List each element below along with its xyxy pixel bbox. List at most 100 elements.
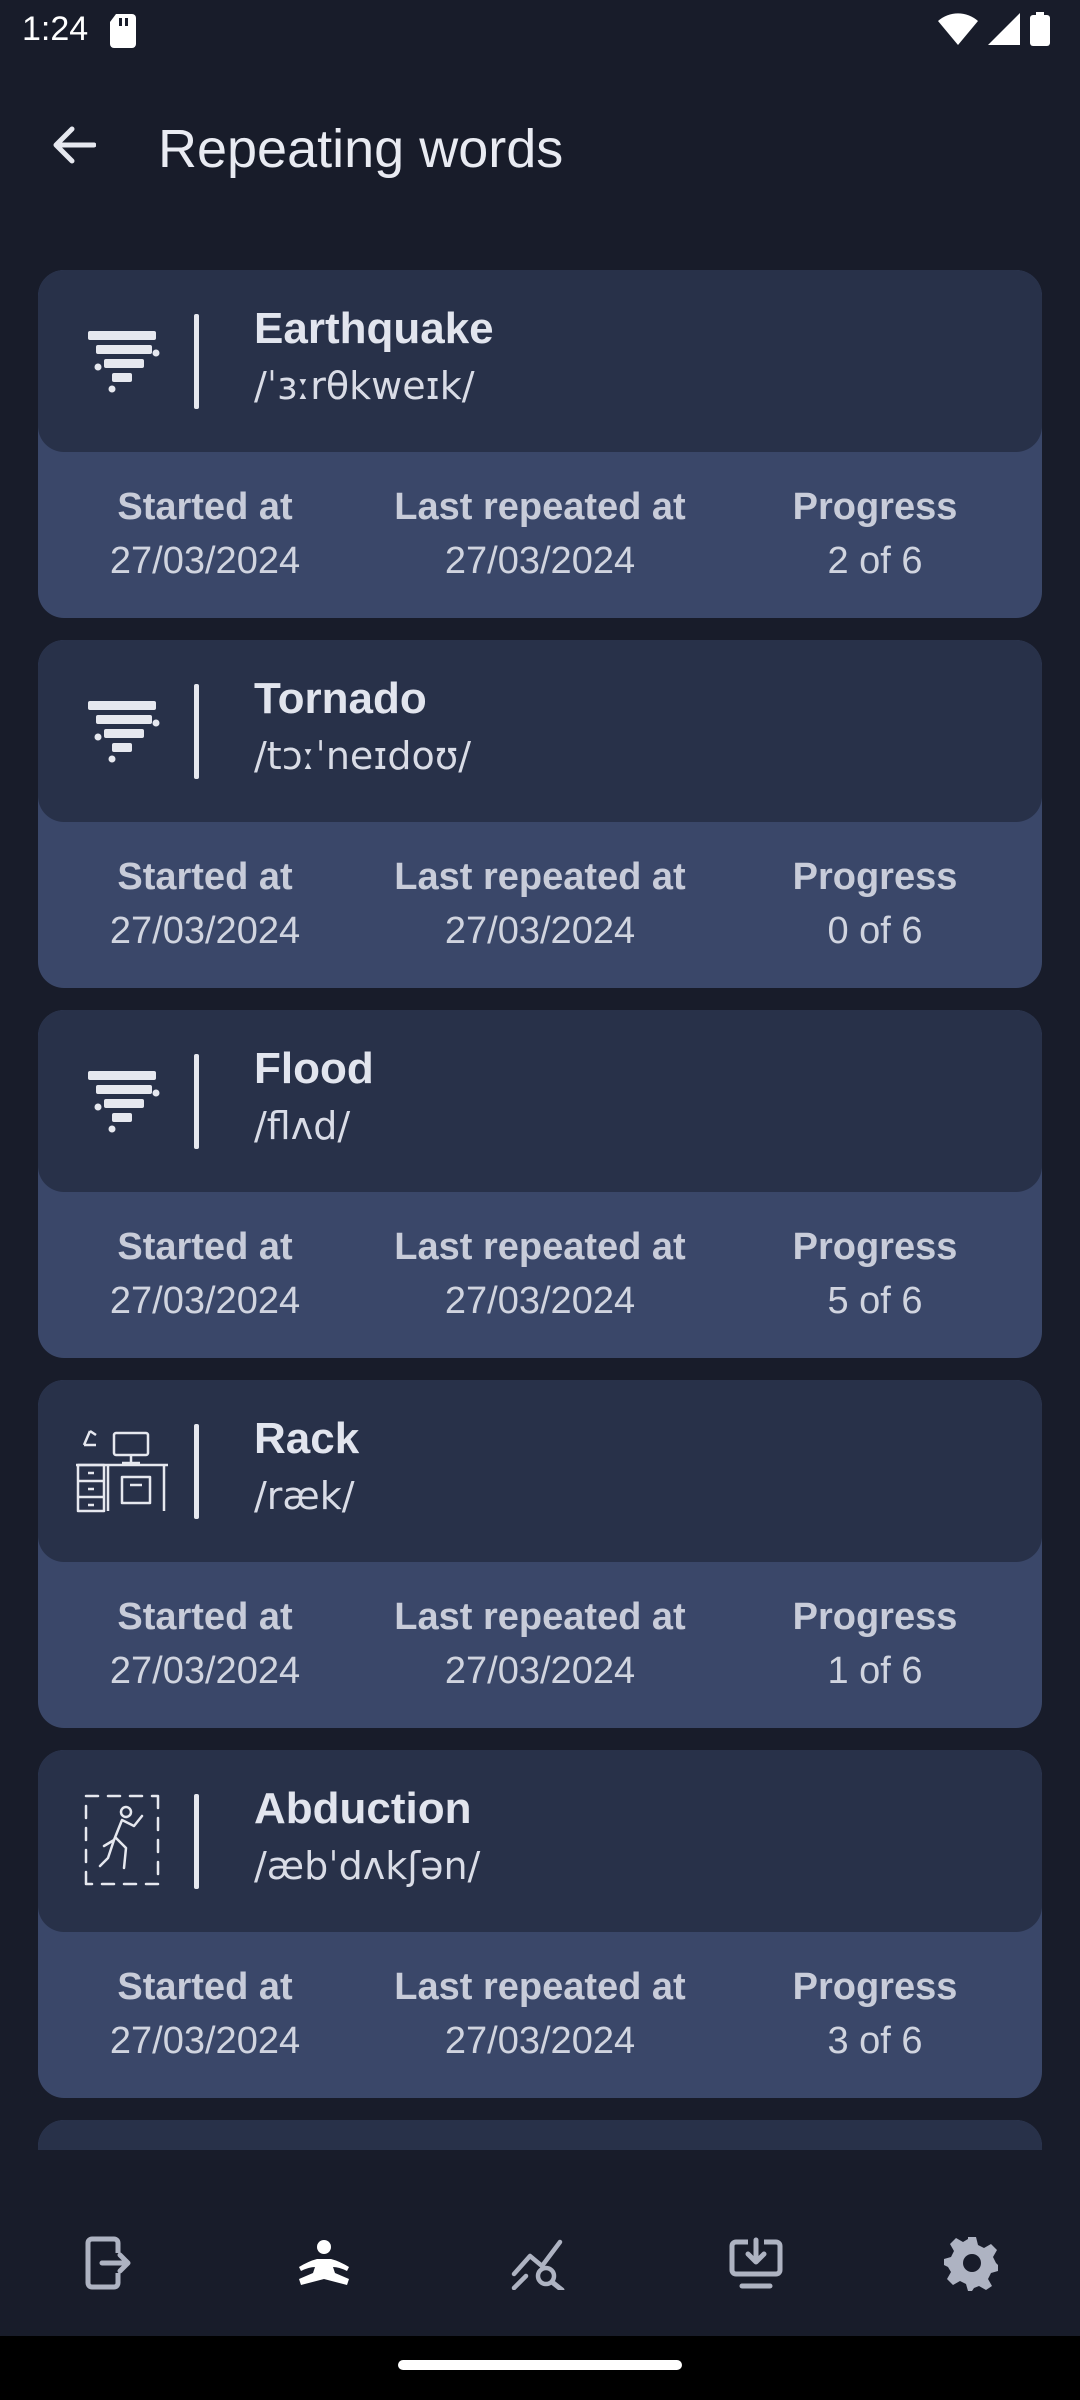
word-card-header bbox=[38, 2120, 1042, 2150]
word-stats: Started at 27/03/2024 Last repeated at 2… bbox=[38, 1562, 1042, 1728]
stat-label: Started at bbox=[117, 1966, 293, 2008]
word-card-header: Flood /flʌd/ bbox=[38, 1010, 1042, 1192]
divider bbox=[194, 684, 199, 779]
stat-label: Progress bbox=[792, 486, 958, 528]
meditation-icon bbox=[295, 2239, 353, 2292]
started-stat: Started at 27/03/2024 bbox=[38, 1562, 372, 1728]
status-time: 1:24 bbox=[22, 10, 89, 48]
bottom-navigation bbox=[0, 2210, 1080, 2320]
wifi-icon bbox=[938, 13, 978, 50]
tornado-icon bbox=[72, 680, 172, 780]
stat-value: 27/03/2024 bbox=[444, 540, 636, 582]
stat-value: 3 of 6 bbox=[827, 2020, 923, 2062]
progress-stat: Progress 3 of 6 bbox=[708, 1932, 1042, 2098]
last-repeated-stat: Last repeated at 27/03/2024 bbox=[372, 822, 708, 988]
divider bbox=[194, 1054, 199, 1149]
status-icons bbox=[938, 12, 1050, 51]
download-icon bbox=[728, 2236, 784, 2295]
progress-stat: Progress 5 of 6 bbox=[708, 1192, 1042, 1358]
word-stats: Started at 27/03/2024 Last repeated at 2… bbox=[38, 1192, 1042, 1358]
stat-label: Progress bbox=[792, 1596, 958, 1638]
gesture-bar bbox=[0, 2336, 1080, 2400]
battery-icon bbox=[1030, 12, 1050, 51]
word-card[interactable]: Rack /ræk/ Started at 27/03/2024 Last re… bbox=[38, 1380, 1042, 1728]
word-title: Flood bbox=[254, 1044, 374, 1093]
word-phonetic: /flʌd/ bbox=[254, 1104, 351, 1148]
word-title: Abduction bbox=[254, 1784, 472, 1833]
word-card[interactable]: Abduction /æbˈdʌkʃən/ Started at 27/03/2… bbox=[38, 1750, 1042, 2098]
word-stats: Started at 27/03/2024 Last repeated at 2… bbox=[38, 452, 1042, 618]
started-stat: Started at 27/03/2024 bbox=[38, 1932, 372, 2098]
stat-value: 27/03/2024 bbox=[109, 540, 301, 582]
stat-value: 27/03/2024 bbox=[444, 910, 636, 952]
stat-value: 0 of 6 bbox=[827, 910, 923, 952]
last-repeated-stat: Last repeated at 27/03/2024 bbox=[372, 1562, 708, 1728]
tornado-icon bbox=[72, 310, 172, 410]
stat-value: 27/03/2024 bbox=[109, 2020, 301, 2062]
word-card-partial[interactable] bbox=[38, 2120, 1042, 2150]
stat-label: Progress bbox=[792, 856, 958, 898]
stat-value: 27/03/2024 bbox=[444, 2020, 636, 2062]
started-stat: Started at 27/03/2024 bbox=[38, 1192, 372, 1358]
started-stat: Started at 27/03/2024 bbox=[38, 452, 372, 618]
stat-label: Last repeated at bbox=[394, 1966, 686, 2008]
word-card-header: Tornado /tɔːˈneɪdoʊ/ bbox=[38, 640, 1042, 822]
status-bar: 1:24 bbox=[0, 0, 1080, 64]
stat-value: 27/03/2024 bbox=[109, 1650, 301, 1692]
stat-label: Last repeated at bbox=[394, 1226, 686, 1268]
progress-stat: Progress 2 of 6 bbox=[708, 452, 1042, 618]
home-gesture-handle[interactable] bbox=[398, 2360, 682, 2370]
signal-icon bbox=[988, 13, 1020, 50]
stat-label: Started at bbox=[117, 1226, 293, 1268]
progress-stat: Progress 0 of 6 bbox=[708, 822, 1042, 988]
word-stats: Started at 27/03/2024 Last repeated at 2… bbox=[38, 1932, 1042, 2098]
stat-label: Started at bbox=[117, 486, 293, 528]
stat-label: Last repeated at bbox=[394, 856, 686, 898]
nav-statistics[interactable] bbox=[432, 2210, 648, 2320]
word-title: Tornado bbox=[254, 674, 427, 723]
stat-value: 27/03/2024 bbox=[444, 1280, 636, 1322]
last-repeated-stat: Last repeated at 27/03/2024 bbox=[372, 1932, 708, 2098]
stat-value: 27/03/2024 bbox=[109, 1280, 301, 1322]
started-stat: Started at 27/03/2024 bbox=[38, 822, 372, 988]
word-phonetic: /ræk/ bbox=[254, 1474, 355, 1518]
desk-icon bbox=[72, 1420, 172, 1520]
tornado-icon bbox=[72, 1050, 172, 1150]
stat-label: Last repeated at bbox=[394, 1596, 686, 1638]
stat-label: Started at bbox=[117, 856, 293, 898]
chart-search-icon bbox=[510, 2236, 570, 2295]
page-title: Repeating words bbox=[158, 119, 564, 179]
divider bbox=[194, 1794, 199, 1889]
arrow-back-icon bbox=[50, 125, 97, 170]
word-phonetic: /ˈɜːrθkweɪk/ bbox=[254, 364, 475, 408]
word-title: Rack bbox=[254, 1414, 360, 1463]
nav-download[interactable] bbox=[648, 2210, 864, 2320]
back-button[interactable] bbox=[36, 110, 110, 184]
exit-icon bbox=[84, 2235, 132, 2296]
word-card-header: Rack /ræk/ bbox=[38, 1380, 1042, 1562]
word-list[interactable]: Earthquake /ˈɜːrθkweɪk/ Started at 27/03… bbox=[38, 270, 1042, 2150]
stat-label: Last repeated at bbox=[394, 486, 686, 528]
stat-value: 27/03/2024 bbox=[109, 910, 301, 952]
nav-exit[interactable] bbox=[0, 2210, 216, 2320]
word-card-header: Abduction /æbˈdʌkʃən/ bbox=[38, 1750, 1042, 1932]
divider bbox=[194, 1424, 199, 1519]
progress-stat: Progress 1 of 6 bbox=[708, 1562, 1042, 1728]
stat-label: Progress bbox=[792, 1966, 958, 2008]
stat-value: 5 of 6 bbox=[827, 1280, 923, 1322]
last-repeated-stat: Last repeated at 27/03/2024 bbox=[372, 1192, 708, 1358]
word-card[interactable]: Flood /flʌd/ Started at 27/03/2024 Last … bbox=[38, 1010, 1042, 1358]
stat-label: Progress bbox=[792, 1226, 958, 1268]
nav-repeating[interactable] bbox=[216, 2210, 432, 2320]
word-stats: Started at 27/03/2024 Last repeated at 2… bbox=[38, 822, 1042, 988]
nav-settings[interactable] bbox=[864, 2210, 1080, 2320]
word-card[interactable]: Earthquake /ˈɜːrθkweɪk/ Started at 27/03… bbox=[38, 270, 1042, 618]
last-repeated-stat: Last repeated at 27/03/2024 bbox=[372, 452, 708, 618]
word-phonetic: /tɔːˈneɪdoʊ/ bbox=[254, 734, 472, 778]
word-card-header: Earthquake /ˈɜːrθkweɪk/ bbox=[38, 270, 1042, 452]
stat-value: 1 of 6 bbox=[827, 1650, 923, 1692]
word-title: Earthquake bbox=[254, 304, 494, 353]
word-card[interactable]: Tornado /tɔːˈneɪdoʊ/ Started at 27/03/20… bbox=[38, 640, 1042, 988]
sd-card-icon bbox=[110, 14, 136, 53]
gear-icon bbox=[944, 2235, 1000, 2296]
